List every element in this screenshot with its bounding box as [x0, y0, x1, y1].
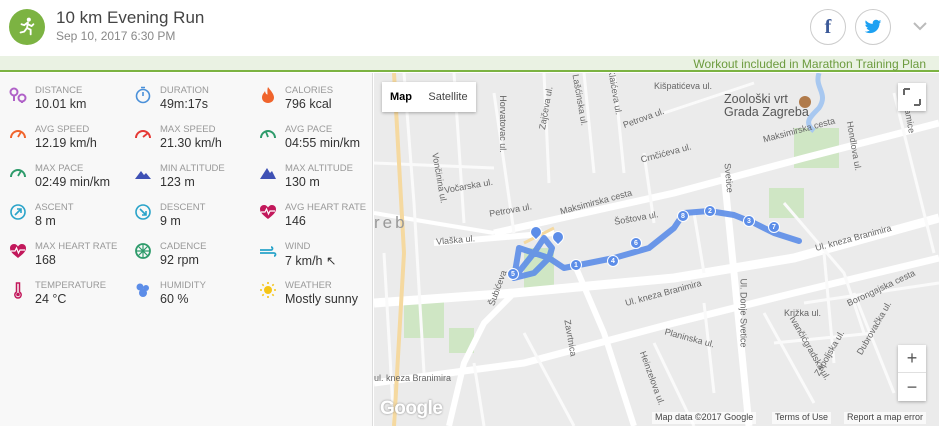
stat-value: 796 kcal [285, 97, 332, 111]
terms-of-use-link[interactable]: Terms of Use [772, 412, 832, 424]
stat-value: 21.30 km/h [160, 136, 222, 150]
facebook-icon: f [824, 15, 832, 38]
stopwatch-icon [134, 86, 152, 104]
workout-date: Sep 10, 2017 6:30 PM [56, 29, 176, 43]
route-marker-3[interactable]: 3 [743, 215, 755, 227]
stat-value: 9 m [160, 214, 181, 228]
stat-value: 24 °C [35, 292, 67, 306]
sun-icon [259, 281, 277, 299]
stat-distance: DISTANCE 10.01 km [0, 80, 120, 116]
stat-ascent: ASCENT 8 m [0, 197, 120, 233]
stat-duration: DURATION 49m:17s [125, 80, 245, 116]
stat-value: 123 m [160, 175, 195, 189]
speedometer-icon [9, 125, 27, 143]
report-map-error-link[interactable]: Report a map error [844, 412, 927, 424]
heart-rate-icon [9, 242, 27, 260]
stat-humidity: HUMIDITY 60 % [125, 275, 245, 311]
stat-value: 130 m [285, 175, 320, 189]
stat-value: 8 m [35, 214, 56, 228]
speedometer-icon [134, 125, 152, 143]
flame-icon [259, 86, 277, 104]
stat-value: 49m:17s [160, 97, 208, 111]
stat-min-altitude: MIN ALTITUDE 123 m [125, 158, 245, 194]
mountain-icon [259, 164, 277, 182]
thermometer-icon [9, 281, 27, 299]
twitter-share-button[interactable] [855, 9, 891, 45]
stat-max-pace: MAX PACE 02:49 min/km [0, 158, 120, 194]
workout-stats-panel: DISTANCE 10.01 km DURATION 49m:17s CALOR… [0, 73, 373, 426]
distance-icon [9, 86, 27, 104]
map-type-toggle: Map Satellite [382, 82, 476, 112]
pace-gauge-icon [259, 125, 277, 143]
humidity-icon [134, 281, 152, 299]
workout-title: 10 km Evening Run [56, 8, 205, 27]
facebook-share-button[interactable]: f [810, 9, 846, 45]
route-map[interactable]: Horvatovac ul. Vončinina ul. Zajčeva ul.… [374, 73, 939, 426]
map-attribution: Map data ©2017 Google [652, 412, 757, 424]
running-person-icon [9, 9, 45, 45]
zoo-poi-icon[interactable] [799, 96, 811, 108]
route-marker-4[interactable]: 4 [607, 255, 619, 267]
stat-temperature: TEMPERATURE 24 °C [0, 275, 120, 311]
wind-icon [259, 242, 277, 260]
heart-rate-icon [259, 203, 277, 221]
workout-header: 10 km Evening Run Sep 10, 2017 6:30 PM f [0, 0, 939, 56]
stat-value: 02:49 min/km [35, 175, 111, 189]
pace-gauge-icon [9, 164, 27, 182]
stat-value: 04:55 min/km [285, 136, 361, 150]
stat-value: 12.19 km/h [35, 136, 97, 150]
cadence-wheel-icon [134, 242, 152, 260]
stat-wind: WIND 7 km/h ↖ [250, 236, 370, 272]
stat-value: 7 km/h ↖ [285, 254, 337, 268]
stat-max-altitude: MAX ALTITUDE 130 m [250, 158, 370, 194]
route-marker-2[interactable]: 2 [704, 205, 716, 217]
stat-value: 168 [35, 253, 56, 267]
stat-value: Mostly sunny [285, 292, 358, 306]
fullscreen-button[interactable] [898, 83, 926, 111]
zoom-out-button[interactable]: − [898, 373, 926, 401]
chevron-down-icon[interactable] [910, 16, 930, 36]
training-plan-banner: Workout included in Marathon Training Pl… [0, 56, 939, 72]
stat-max-heart-rate: MAX HEART RATE 168 [0, 236, 120, 272]
tab-satellite[interactable]: Satellite [420, 82, 476, 112]
stat-calories: CALORIES 796 kcal [250, 80, 370, 116]
route-marker-7[interactable]: 7 [768, 221, 780, 233]
fullscreen-icon [903, 88, 921, 106]
stat-descent: DESCENT 9 m [125, 197, 245, 233]
zoom-in-button[interactable]: + [898, 345, 926, 373]
tab-map[interactable]: Map [382, 82, 420, 112]
stat-avg-heart-rate: AVG HEART RATE 146 [250, 197, 370, 233]
training-plan-link[interactable]: Workout included in Marathon Training Pl… [693, 57, 926, 71]
twitter-icon [864, 19, 882, 34]
stat-avg-speed: AVG SPEED 12.19 km/h [0, 119, 120, 155]
zoom-controls: + − [898, 345, 926, 401]
ascent-icon [9, 203, 27, 221]
stat-weather: WEATHER Mostly sunny [250, 275, 370, 311]
google-logo[interactable]: Google [380, 398, 443, 420]
stat-value: 10.01 km [35, 97, 87, 111]
stat-value: 60 % [160, 292, 189, 306]
mountain-icon [134, 164, 152, 182]
stat-avg-pace: AVG PACE 04:55 min/km [250, 119, 370, 155]
stat-cadence: CADENCE 92 rpm [125, 236, 245, 272]
descent-icon [134, 203, 152, 221]
stat-value: 92 rpm [160, 253, 199, 267]
route-marker-6[interactable]: 6 [630, 237, 642, 249]
route-marker-1[interactable]: 1 [570, 259, 582, 271]
stat-value: 146 [285, 214, 306, 228]
route-marker-8[interactable]: 8 [677, 210, 689, 222]
route-marker-5[interactable]: 5 [507, 268, 519, 280]
zoo-poi-label[interactable]: Zoološki vrt Grada Zagreba [724, 93, 809, 119]
stat-max-speed: MAX SPEED 21.30 km/h [125, 119, 245, 155]
